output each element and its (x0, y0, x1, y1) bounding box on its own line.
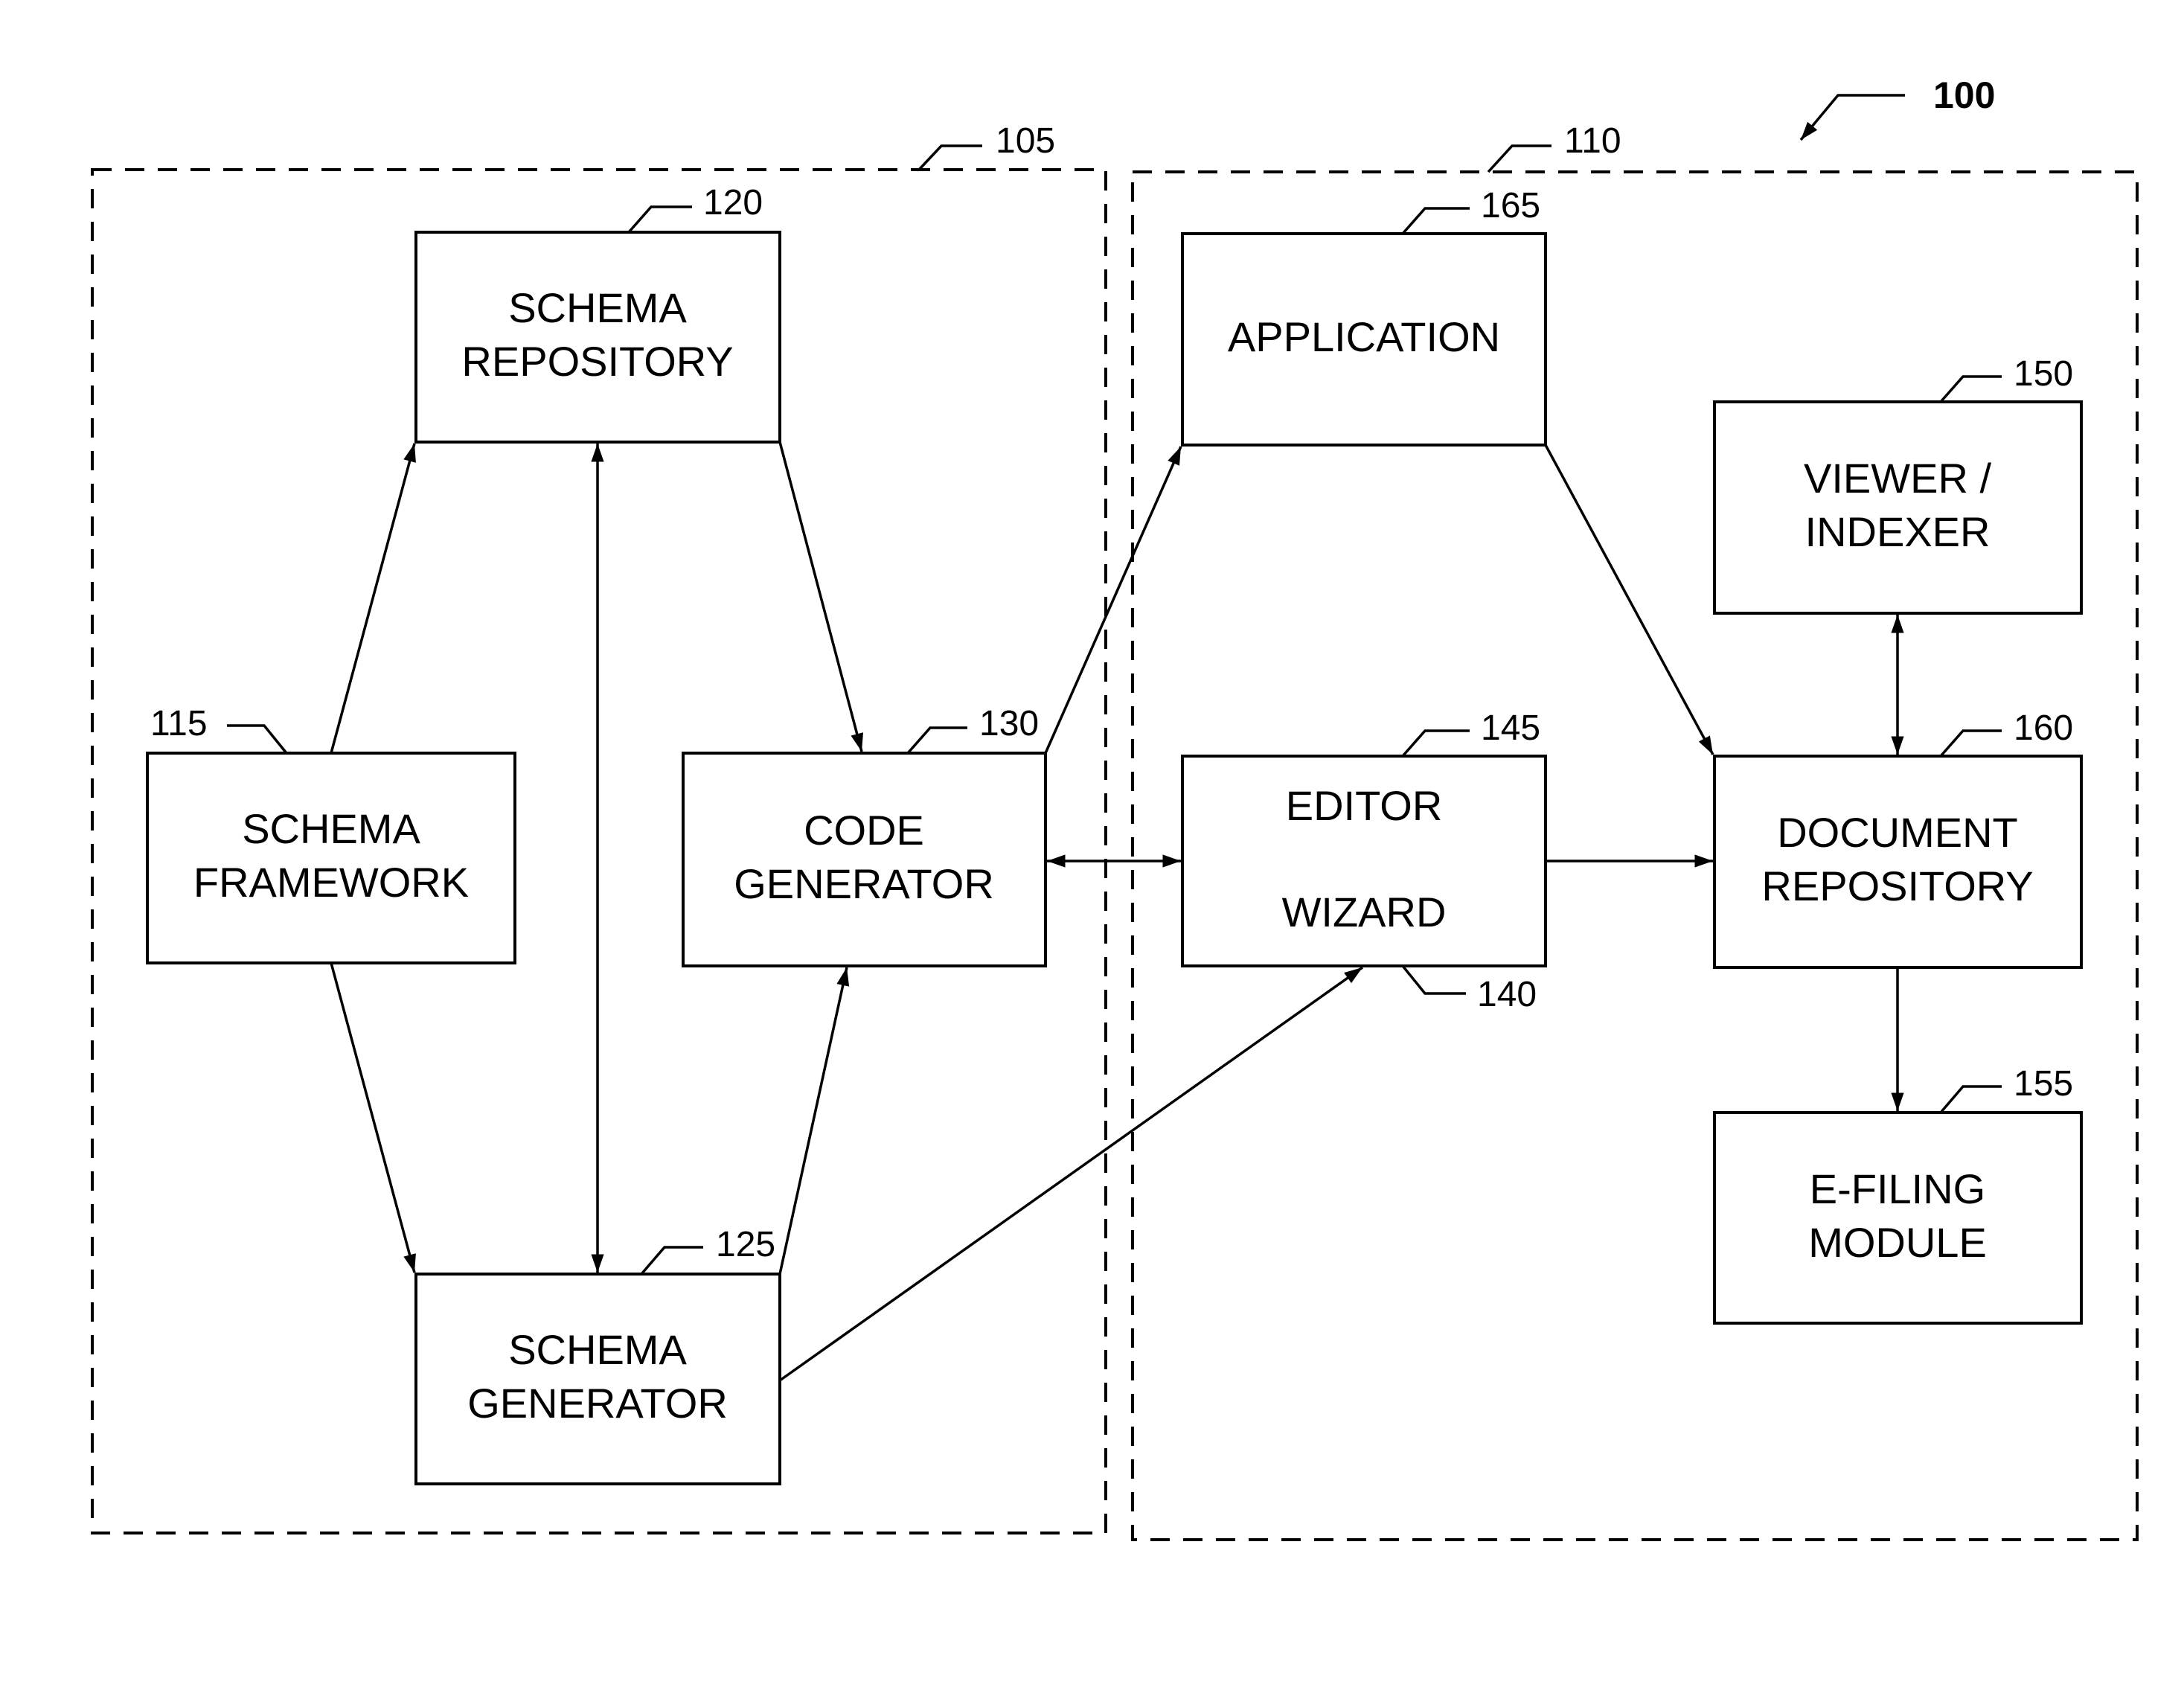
block-ref: 150 (2014, 354, 2073, 394)
block-label-line1: VIEWER / (1804, 455, 1991, 502)
block-label-line1: CODE (804, 807, 924, 854)
patent-figure: 100 105 110 SCHEMA REPOSITORY 120 SCHEMA… (0, 0, 2184, 1693)
block-ref: 155 (2014, 1064, 2073, 1104)
block-ref: 115 (150, 704, 208, 743)
block-application: APPLICATION 165 (1181, 186, 1547, 447)
block-label-line1: APPLICATION (1228, 313, 1500, 360)
block-editor-wizard: EDITOR WIZARD 145 140 (1181, 708, 1547, 1014)
block-label-line2: REPOSITORY (1761, 862, 2033, 909)
connections (330, 441, 1904, 1382)
block-label-line1: SCHEMA (508, 284, 687, 331)
block-label-line1: SCHEMA (508, 1326, 687, 1373)
block-label-editor: EDITOR (1286, 782, 1443, 829)
figure-ref-label: 100 (1933, 74, 1995, 116)
block-ref-140: 140 (1477, 975, 1537, 1014)
group-ref-105: 105 (996, 121, 1055, 161)
arrow-125-to-130 (778, 967, 850, 1275)
block-label-line2: INDEXER (1805, 508, 1991, 555)
block-label-line1: E-FILING (1810, 1165, 1985, 1212)
block-ref: 120 (703, 183, 763, 223)
arrow-115-to-125 (330, 962, 416, 1273)
block-ref: 165 (1481, 186, 1540, 225)
block-viewer-indexer: VIEWER / INDEXER 150 (1713, 354, 2083, 615)
block-label-line2: GENERATOR (734, 860, 994, 907)
arrow-115-to-120 (330, 443, 416, 754)
block-label-line2: FRAMEWORK (193, 859, 469, 906)
group-ref-110: 110 (1564, 121, 1621, 161)
block-ref: 160 (2014, 708, 2073, 748)
block-code-generator: CODE GENERATOR 130 (682, 704, 1047, 967)
block-label-wizard: WIZARD (1282, 889, 1447, 935)
arrow-165-to-160 (1544, 444, 1714, 755)
block-label-line2: REPOSITORY (461, 338, 733, 385)
block-label-line1: DOCUMENT (1777, 809, 2018, 856)
figure-ref-100: 100 (1799, 74, 1995, 141)
block-label-line2: GENERATOR (467, 1380, 728, 1427)
block-ref: 125 (716, 1225, 775, 1264)
block-label-line1: SCHEMA (242, 805, 420, 852)
arrow-125-to-140 (778, 966, 1364, 1382)
block-label-line2: MODULE (1808, 1219, 1987, 1266)
arrow-120-to-130 (778, 441, 864, 752)
block-schema-repository: SCHEMA REPOSITORY 120 (414, 183, 781, 444)
block-schema-framework: SCHEMA FRAMEWORK 115 (146, 704, 516, 964)
block-ref: 130 (979, 704, 1039, 743)
block-ref-145: 145 (1481, 708, 1540, 748)
arrow-130-to-165 (1044, 446, 1182, 754)
